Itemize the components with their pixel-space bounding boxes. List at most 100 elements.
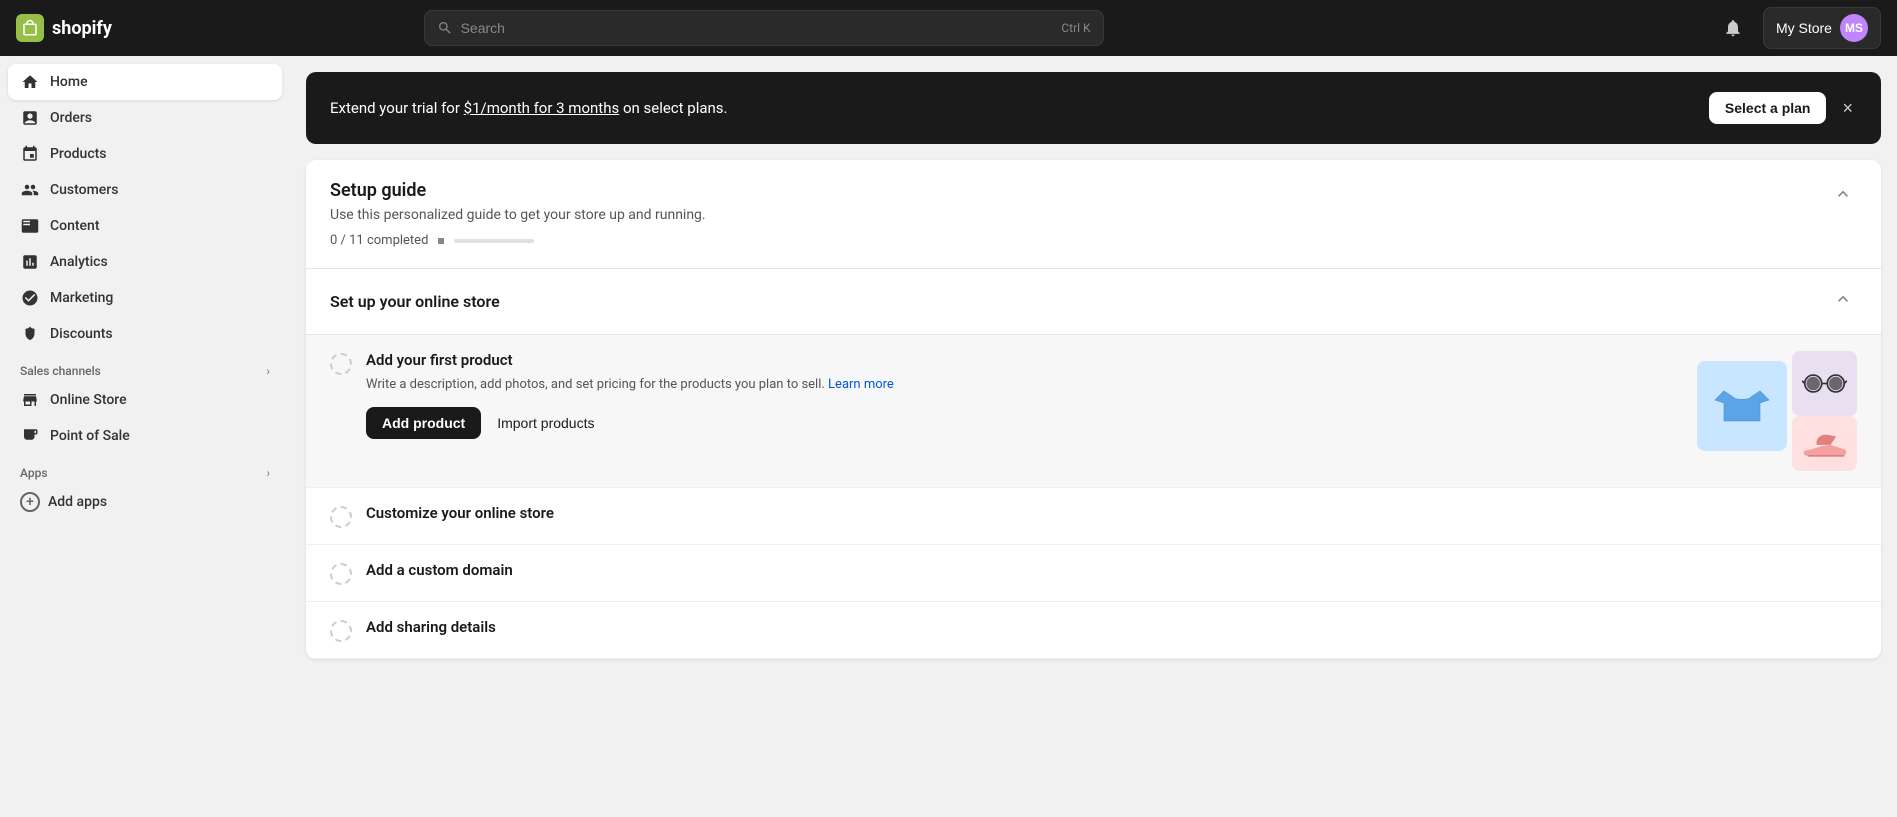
- sales-channels-section: Sales channels ›: [8, 352, 282, 382]
- sidebar-item-content[interactable]: Content: [8, 208, 282, 244]
- sidebar-label-home: Home: [50, 74, 88, 90]
- topnav-right: My Store MS: [1715, 7, 1881, 49]
- sidebar-item-online-store[interactable]: Online Store: [8, 382, 282, 418]
- task-checkbox-sharing: [330, 620, 352, 642]
- tshirt-illustration: [1697, 361, 1787, 451]
- tshirt-svg: [1712, 376, 1772, 436]
- shoes-illustration: [1792, 416, 1857, 471]
- close-banner-button[interactable]: ×: [1838, 94, 1857, 123]
- banner-actions: Select a plan ×: [1709, 92, 1857, 124]
- content-icon: [20, 216, 40, 236]
- sidebar-label-orders: Orders: [50, 110, 92, 126]
- setup-guide-title: Setup guide: [330, 180, 706, 201]
- bell-icon: [1723, 18, 1743, 38]
- task-title-domain: Add a custom domain: [366, 561, 1857, 579]
- sidebar-label-discounts: Discounts: [50, 326, 113, 342]
- analytics-icon: [20, 252, 40, 272]
- point-of-sale-icon: [20, 426, 40, 446]
- plus-circle-icon: +: [20, 492, 40, 512]
- orders-icon: [20, 108, 40, 128]
- add-apps-label: Add apps: [48, 494, 107, 510]
- online-store-icon: [20, 390, 40, 410]
- product-illustration: [1697, 351, 1857, 471]
- task-add-domain[interactable]: Add a custom domain: [306, 545, 1881, 602]
- add-product-button[interactable]: Add product: [366, 407, 481, 439]
- products-icon: [20, 144, 40, 164]
- progress-text: 0 / 11 completed: [330, 233, 428, 248]
- sidebar-item-analytics[interactable]: Analytics: [8, 244, 282, 280]
- task-sharing-details[interactable]: Add sharing details: [306, 602, 1881, 659]
- learn-more-link[interactable]: Learn more: [828, 377, 894, 392]
- glasses-illustration: [1792, 351, 1857, 416]
- task-customize-store[interactable]: Customize your online store: [306, 488, 1881, 545]
- bag-svg: [21, 19, 39, 37]
- sidebar-label-customers: Customers: [50, 182, 118, 198]
- promo-banner: Extend your trial for $1/month for 3 mon…: [306, 72, 1881, 144]
- task-desc-add-product: Write a description, add photos, and set…: [366, 375, 1683, 395]
- sidebar-label-content: Content: [50, 218, 100, 234]
- select-plan-button[interactable]: Select a plan: [1709, 92, 1827, 124]
- task-content-domain: Add a custom domain: [366, 561, 1857, 585]
- task-title-add-product: Add your first product: [366, 351, 1683, 369]
- logo-text: shopify: [52, 18, 112, 39]
- progress-bar-container: [454, 239, 534, 243]
- sidebar-label-products: Products: [50, 146, 107, 162]
- sidebar-item-marketing[interactable]: Marketing: [8, 280, 282, 316]
- banner-text: Extend your trial for $1/month for 3 mon…: [330, 99, 728, 117]
- shopify-logo[interactable]: shopify: [16, 14, 112, 42]
- task-checkbox-add-product: [330, 353, 352, 375]
- sidebar-item-point-of-sale[interactable]: Point of Sale: [8, 418, 282, 454]
- sidebar-label-point-of-sale: Point of Sale: [50, 428, 130, 444]
- main-content: Extend your trial for $1/month for 3 mon…: [290, 56, 1897, 817]
- apps-section: Apps ›: [8, 454, 282, 484]
- task-add-first-product[interactable]: Add your first product Write a descripti…: [306, 335, 1881, 488]
- store-avatar: MS: [1840, 14, 1868, 42]
- main-layout: Home Orders Products Customers Content: [0, 56, 1897, 817]
- sidebar-label-online-store: Online Store: [50, 392, 127, 408]
- collapse-setup-guide-button[interactable]: [1829, 180, 1857, 213]
- setup-guide-subtitle: Use this personalized guide to get your …: [330, 207, 706, 223]
- sidebar-item-customers[interactable]: Customers: [8, 172, 282, 208]
- customers-icon: [20, 180, 40, 200]
- discounts-icon: [20, 324, 40, 344]
- add-apps-item[interactable]: + Add apps: [8, 484, 282, 520]
- online-store-section-title: Set up your online store: [330, 292, 500, 311]
- sidebar-item-home[interactable]: Home: [8, 64, 282, 100]
- top-navigation: shopify Ctrl K My Store MS: [0, 0, 1897, 56]
- import-products-button[interactable]: Import products: [493, 407, 598, 439]
- sidebar: Home Orders Products Customers Content: [0, 56, 290, 817]
- sales-channels-chevron[interactable]: ›: [266, 364, 270, 378]
- setup-guide-header: Setup guide Use this personalized guide …: [306, 160, 1881, 269]
- task-checkbox-domain: [330, 563, 352, 585]
- shoes-svg: [1800, 426, 1850, 461]
- collapse-online-store-button[interactable]: [1829, 285, 1857, 318]
- chevron-up-icon-2: [1833, 289, 1853, 309]
- task-content-customize: Customize your online store: [366, 504, 1857, 528]
- shopify-bag-icon: [16, 14, 44, 42]
- sidebar-item-products[interactable]: Products: [8, 136, 282, 172]
- store-name: My Store: [1776, 20, 1832, 36]
- task-actions-add-product: Add product Import products: [366, 407, 1683, 439]
- task-title-sharing: Add sharing details: [366, 618, 1857, 636]
- sidebar-label-marketing: Marketing: [50, 290, 113, 306]
- task-title-customize: Customize your online store: [366, 504, 1857, 522]
- task-checkbox-customize: [330, 506, 352, 528]
- store-button[interactable]: My Store MS: [1763, 7, 1881, 49]
- task-content-add-product: Add your first product Write a descripti…: [366, 351, 1683, 439]
- search-icon: [437, 20, 453, 36]
- setup-guide-card: Setup guide Use this personalized guide …: [306, 160, 1881, 659]
- chevron-up-icon: [1833, 184, 1853, 204]
- search-input[interactable]: [461, 20, 1054, 36]
- glasses-svg: [1802, 361, 1847, 406]
- sidebar-item-orders[interactable]: Orders: [8, 100, 282, 136]
- notifications-button[interactable]: [1715, 10, 1751, 46]
- online-store-section-header: Set up your online store: [306, 269, 1881, 335]
- task-content-sharing: Add sharing details: [366, 618, 1857, 642]
- setup-guide-info: Setup guide Use this personalized guide …: [330, 180, 706, 248]
- search-bar: Ctrl K: [424, 10, 1104, 46]
- apps-chevron[interactable]: ›: [266, 466, 270, 480]
- search-shortcut: Ctrl K: [1061, 21, 1090, 35]
- sidebar-item-discounts[interactable]: Discounts: [8, 316, 282, 352]
- home-icon: [20, 72, 40, 92]
- sidebar-label-analytics: Analytics: [50, 254, 108, 270]
